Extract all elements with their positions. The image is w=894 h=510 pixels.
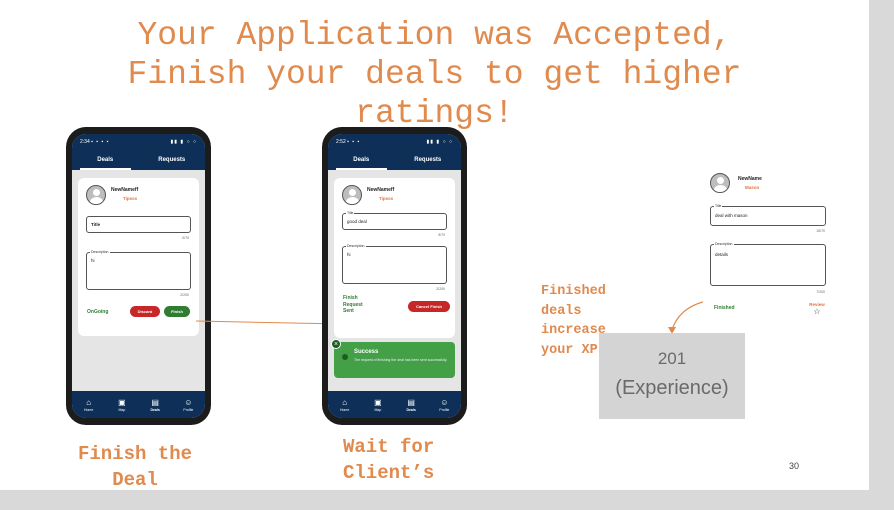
- close-icon[interactable]: ×: [331, 339, 341, 349]
- description-value: details: [715, 252, 729, 257]
- map-icon: ▣: [374, 397, 382, 407]
- xp-explanation: Finished deals increase your XP: [541, 284, 606, 358]
- title-value: deal with mason: [715, 213, 748, 218]
- nav-home[interactable]: ⌂ Home: [328, 391, 361, 418]
- phone-screen: 2:52 ▪ ▪ ▪ ▮▮ ▮ ○ ○ Deals Requests NewNa…: [328, 134, 461, 418]
- title-label: Title: [714, 204, 723, 208]
- title-field[interactable]: Title good deal: [342, 211, 447, 230]
- description-value: hi: [347, 252, 351, 257]
- star-icon: ☆: [813, 307, 821, 316]
- experience-label: (Experience): [615, 377, 729, 399]
- nav-map[interactable]: ▣ Map: [361, 391, 394, 418]
- description-count: 7/200: [816, 290, 825, 294]
- finished-deal-card: NewName Mason Title deal with mason 15/7…: [703, 164, 833, 322]
- cancel-finish-button[interactable]: Cancel Finish: [408, 301, 450, 312]
- user-tag: Mason: [745, 185, 760, 190]
- phone-wait-approval: 2:52 ▪ ▪ ▪ ▮▮ ▮ ○ ○ Deals Requests NewNa…: [322, 127, 467, 425]
- experience-value: 201: [657, 349, 687, 368]
- slide: Your Application was Accepted, Finish yo…: [0, 0, 869, 490]
- tab-deals[interactable]: Deals: [328, 150, 395, 170]
- profile-icon: ☺: [440, 397, 449, 407]
- description-count: 2/200: [436, 287, 445, 291]
- title-value: good deal: [347, 219, 367, 224]
- notification-icons: ▪ ▪ ▪: [347, 139, 361, 145]
- title-label: Title: [346, 211, 355, 215]
- tab-requests[interactable]: Requests: [395, 150, 462, 170]
- description-label: Description: [346, 244, 366, 248]
- title-field[interactable]: Title deal with mason: [710, 204, 826, 226]
- username: NewNameff: [367, 187, 395, 193]
- toast-message: The request of finishing the deal has be…: [354, 358, 448, 362]
- experience-box: 201 (Experience): [599, 333, 745, 419]
- deal-card: NewNameff Tipsss Title good deal 9/70 De…: [334, 178, 455, 338]
- bottom-nav: ⌂ Home ▣ Map ▤ Deals ☺ Profile: [328, 391, 461, 418]
- title-count: 9/70: [438, 233, 445, 237]
- status-bar: 2:52 ▪ ▪ ▪ ▮▮ ▮ ○ ○: [328, 134, 461, 150]
- signal-battery-icons: ▮▮ ▮ ○ ○: [426, 139, 453, 145]
- avatar-icon: [710, 173, 730, 193]
- home-icon: ⌂: [342, 397, 348, 407]
- description-field[interactable]: Description hi: [342, 244, 447, 284]
- nav-profile[interactable]: ☺ Profile: [428, 391, 461, 418]
- page-number: 30: [789, 461, 800, 471]
- deal-status: Finish Request Sent: [343, 295, 363, 314]
- title-count: 15/70: [816, 229, 825, 233]
- username: NewName: [738, 176, 762, 182]
- review-button[interactable]: Review ☆: [807, 302, 827, 316]
- avatar-icon: [342, 185, 362, 205]
- toast-title: Success: [354, 349, 379, 355]
- status-time: 2:52: [336, 139, 346, 145]
- description-label: Description: [714, 242, 734, 246]
- deal-status: Finished: [714, 305, 735, 311]
- caption-finish-deal: Finish the Deal: [77, 443, 193, 490]
- success-icon: [342, 354, 348, 360]
- description-field[interactable]: Description details: [710, 242, 826, 286]
- caption-wait-approval: Wait for Client’s approval: [343, 436, 435, 490]
- success-toast: × Success The request of finishing the d…: [331, 339, 455, 378]
- deals-icon: ▤: [407, 397, 415, 407]
- deals-tabs: Deals Requests: [328, 150, 461, 170]
- user-tag: Tipsss: [379, 196, 394, 201]
- nav-deals[interactable]: ▤ Deals: [395, 391, 428, 418]
